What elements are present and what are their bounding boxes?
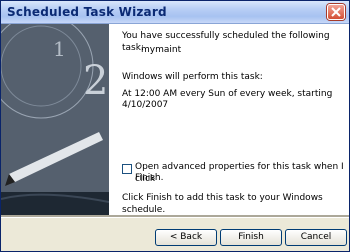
wizard-side-image: 2 1 — [1, 24, 109, 215]
advanced-properties-label-line2[interactable]: Finish. — [135, 172, 163, 184]
finish-instructions: Click Finish to add this task to your Wi… — [122, 193, 323, 215]
svg-text:1: 1 — [53, 37, 66, 61]
perform-text: Windows will perform this task: — [122, 72, 263, 82]
footer-separator — [1, 215, 349, 218]
wizard-window: Scheduled Task Wizard 2 1 You have succe… — [0, 0, 350, 252]
schedule-text-line2: 4/10/2007 — [122, 100, 169, 110]
finish-button[interactable]: Finish — [220, 229, 282, 246]
advanced-properties-checkbox[interactable] — [122, 164, 132, 174]
cancel-button[interactable]: Cancel — [285, 229, 347, 246]
title-bar[interactable]: Scheduled Task Wizard — [1, 1, 349, 24]
back-button[interactable]: < Back — [155, 229, 217, 246]
advanced-properties-label-line1[interactable]: Open advanced properties for this task w… — [135, 161, 349, 185]
task-name: mymaint — [141, 45, 182, 55]
close-button[interactable] — [327, 4, 345, 20]
close-icon — [331, 7, 341, 17]
window-title: Scheduled Task Wizard — [7, 5, 167, 19]
wizard-content: 2 1 You have successfully scheduled the … — [1, 24, 349, 215]
clock-numeral: 2 — [83, 58, 108, 104]
